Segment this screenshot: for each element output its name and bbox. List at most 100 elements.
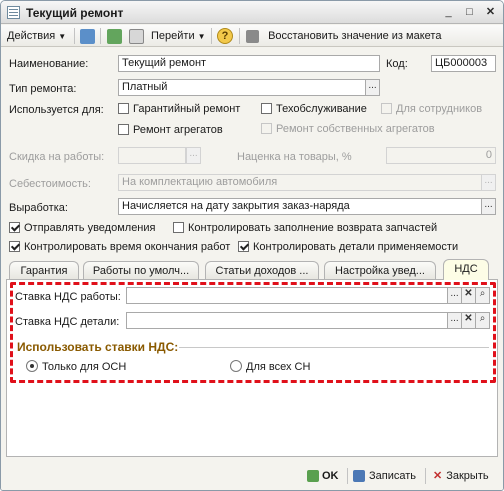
warranty-repair-checkbox[interactable]: Гарантийный ремонт (118, 103, 240, 116)
close-icon[interactable]: ✕ (483, 5, 498, 20)
used-for-label: Используется для: (9, 104, 104, 116)
radio-osn-only[interactable]: Только для ОСН (26, 360, 126, 374)
checkbox-label: Ремонт собственных агрегатов (276, 123, 435, 135)
form-window: Текущий ремонт _ □ ✕ Действия ▼ Перейти … (0, 0, 504, 491)
discount-select-button[interactable]: ... (186, 147, 201, 164)
bottom-bar: OK Записать ✕ Закрыть (1, 460, 503, 490)
for-employees-checkbox[interactable]: Для сотрудников (381, 103, 482, 116)
tab-notification-settings[interactable]: Настройка увед... (324, 261, 436, 280)
own-aggregates-repair-checkbox[interactable]: Ремонт собственных агрегатов (261, 123, 435, 136)
goto-label: Перейти (151, 30, 195, 42)
close-button[interactable]: ✕ Закрыть (433, 467, 489, 485)
checkbox-box (238, 241, 249, 252)
radio-all-tax-systems[interactable]: Для всех СН (230, 360, 310, 374)
parts-vat-rate-label: Ставка НДС детали: (15, 316, 120, 328)
clear-icon[interactable]: ✕ (461, 312, 476, 329)
name-field[interactable]: Текущий ремонт (118, 55, 380, 72)
save-icon (353, 470, 365, 483)
button-divider (347, 468, 348, 484)
checkbox-box (9, 241, 20, 252)
control-applicability-checkbox[interactable]: Контролировать детали применяемости (238, 241, 458, 254)
work-vat-rate-field[interactable] (126, 287, 448, 304)
search-icon[interactable]: ⌕ (475, 312, 490, 329)
checkbox-label: Контролировать детали применяемости (253, 241, 459, 253)
goto-menu[interactable]: Перейти ▼ (151, 28, 206, 44)
work-vat-select-button[interactable]: ... (447, 287, 462, 304)
refresh-icon (107, 28, 122, 44)
output-select-button[interactable]: ... (481, 198, 496, 215)
tab-default-works[interactable]: Работы по умолч... (83, 261, 199, 280)
ok-label: OK (322, 470, 339, 482)
checkbox-box (173, 222, 184, 233)
toolbar-divider (239, 28, 240, 44)
discount-label: Скидка на работы: (9, 151, 105, 163)
arrow-back-icon (80, 28, 95, 44)
clear-icon[interactable]: ✕ (461, 287, 476, 304)
help-button[interactable]: ? (217, 28, 233, 44)
copy-icon (129, 28, 144, 44)
tab-income-items[interactable]: Статьи доходов ... (205, 261, 319, 280)
discount-field[interactable] (118, 147, 186, 164)
help-icon: ? (217, 28, 233, 44)
button-divider (425, 468, 426, 484)
checkbox-box (261, 123, 272, 134)
restore-label: Восстановить значение из макета (268, 30, 442, 42)
output-label: Выработка: (9, 202, 68, 214)
repair-type-label: Тип ремонта: (9, 83, 77, 95)
radio-dot (26, 360, 38, 372)
close-form-icon: ✕ (433, 470, 443, 482)
use-vat-rates-title: Использовать ставки НДС: (17, 340, 179, 354)
code-label: Код: (386, 58, 408, 70)
group-divider (179, 347, 489, 348)
dropdown-arrow-icon: ▼ (58, 32, 67, 41)
title-bar: Текущий ремонт _ □ ✕ (1, 1, 503, 24)
code-field[interactable]: ЦБ000003 (431, 55, 496, 72)
toolbar-divider (211, 28, 212, 44)
actions-menu[interactable]: Действия ▼ (7, 28, 66, 44)
toolbar-divider (100, 28, 101, 44)
minimize-icon[interactable]: _ (441, 5, 456, 20)
repair-type-select-button[interactable]: ... (365, 79, 380, 96)
dropdown-arrow-icon: ▼ (197, 32, 206, 41)
checkbox-box (9, 222, 20, 233)
tab-vat[interactable]: НДС (443, 259, 489, 280)
checkbox-box (261, 103, 272, 114)
checkbox-label: Отправлять уведомления (24, 222, 156, 234)
aggregate-repair-checkbox[interactable]: Ремонт агрегатов (118, 124, 223, 137)
markup-field[interactable]: 0 (386, 147, 496, 164)
save-label: Записать (369, 470, 417, 482)
parts-vat-rate-field[interactable] (126, 312, 448, 329)
parts-vat-select-button[interactable]: ... (447, 312, 462, 329)
output-field[interactable]: Начисляется на дату закрытия заказ-наряд… (118, 198, 482, 215)
radio-label: Для всех СН (246, 361, 311, 373)
control-parts-return-checkbox[interactable]: Контролировать заполнение возврата запча… (173, 222, 437, 235)
cost-field[interactable]: На комплектацию автомобиля (118, 174, 482, 191)
markup-label: Наценка на товары, % (237, 151, 352, 163)
restore-from-template-button[interactable]: Восстановить значение из макета (246, 28, 441, 44)
control-work-end-time-checkbox[interactable]: Контролировать время окончания работ (9, 241, 230, 254)
refresh-button[interactable] (107, 28, 122, 44)
cost-label: Себестоимость: (9, 178, 91, 190)
window-title: Текущий ремонт (26, 6, 124, 20)
radio-dot (230, 360, 242, 372)
checkbox-label: Контролировать заполнение возврата запча… (188, 222, 438, 234)
checkbox-label: Техобслуживание (276, 103, 367, 115)
checkbox-box (381, 103, 392, 114)
checkbox-label: Гарантийный ремонт (133, 103, 241, 115)
close-label: Закрыть (446, 470, 489, 482)
copy-button[interactable] (129, 28, 144, 44)
repair-type-field[interactable]: Платный (118, 79, 366, 96)
save-button[interactable]: Записать (353, 467, 416, 485)
checkbox-label: Ремонт агрегатов (133, 124, 223, 136)
maximize-icon[interactable]: □ (462, 5, 477, 20)
radio-label: Только для ОСН (42, 361, 127, 373)
go-back-button[interactable] (80, 28, 95, 44)
tab-warranty[interactable]: Гарантия (9, 261, 79, 280)
ok-button[interactable]: OK (307, 467, 339, 485)
ok-check-icon (307, 470, 319, 483)
maintenance-checkbox[interactable]: Техобслуживание (261, 103, 367, 116)
cost-select-button[interactable]: ... (481, 174, 496, 191)
checkbox-box (118, 103, 129, 114)
send-notifications-checkbox[interactable]: Отправлять уведомления (9, 222, 155, 235)
search-icon[interactable]: ⌕ (475, 287, 490, 304)
